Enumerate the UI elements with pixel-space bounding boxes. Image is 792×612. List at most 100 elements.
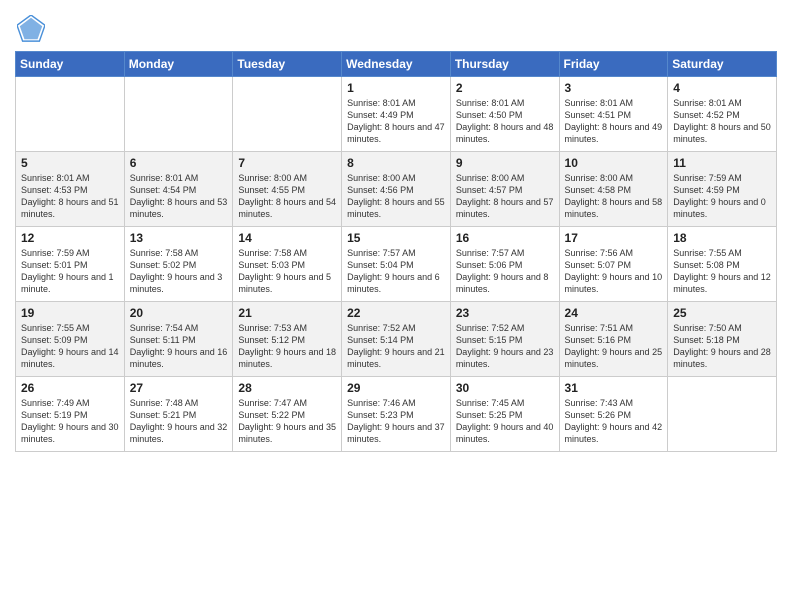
- day-info: Sunrise: 8:01 AM Sunset: 4:52 PM Dayligh…: [673, 97, 771, 146]
- calendar-cell: [16, 77, 125, 152]
- day-info: Sunrise: 7:51 AM Sunset: 5:16 PM Dayligh…: [565, 322, 663, 371]
- day-info: Sunrise: 7:45 AM Sunset: 5:25 PM Dayligh…: [456, 397, 554, 446]
- day-info: Sunrise: 7:55 AM Sunset: 5:08 PM Dayligh…: [673, 247, 771, 296]
- day-number: 23: [456, 306, 554, 320]
- week-row-3: 12 Sunrise: 7:59 AM Sunset: 5:01 PM Dayli…: [16, 227, 777, 302]
- calendar-cell: 26 Sunrise: 7:49 AM Sunset: 5:19 PM Dayli…: [16, 377, 125, 452]
- calendar-cell: 30 Sunrise: 7:45 AM Sunset: 5:25 PM Dayli…: [450, 377, 559, 452]
- calendar-cell: 11 Sunrise: 7:59 AM Sunset: 4:59 PM Dayli…: [668, 152, 777, 227]
- day-number: 1: [347, 81, 445, 95]
- day-info: Sunrise: 7:52 AM Sunset: 5:14 PM Dayligh…: [347, 322, 445, 371]
- day-number: 17: [565, 231, 663, 245]
- weekday-thursday: Thursday: [450, 52, 559, 77]
- day-number: 14: [238, 231, 336, 245]
- day-number: 9: [456, 156, 554, 170]
- calendar-cell: 13 Sunrise: 7:58 AM Sunset: 5:02 PM Dayli…: [124, 227, 233, 302]
- page-container: SundayMondayTuesdayWednesdayThursdayFrid…: [0, 0, 792, 457]
- day-info: Sunrise: 7:54 AM Sunset: 5:11 PM Dayligh…: [130, 322, 228, 371]
- day-number: 26: [21, 381, 119, 395]
- calendar-cell: 19 Sunrise: 7:55 AM Sunset: 5:09 PM Dayli…: [16, 302, 125, 377]
- day-number: 10: [565, 156, 663, 170]
- calendar-cell: 7 Sunrise: 8:00 AM Sunset: 4:55 PM Daylig…: [233, 152, 342, 227]
- day-info: Sunrise: 7:57 AM Sunset: 5:06 PM Dayligh…: [456, 247, 554, 296]
- calendar-cell: 31 Sunrise: 7:43 AM Sunset: 5:26 PM Dayli…: [559, 377, 668, 452]
- calendar-cell: 10 Sunrise: 8:00 AM Sunset: 4:58 PM Dayli…: [559, 152, 668, 227]
- calendar-cell: 16 Sunrise: 7:57 AM Sunset: 5:06 PM Dayli…: [450, 227, 559, 302]
- calendar-cell: [233, 77, 342, 152]
- day-number: 16: [456, 231, 554, 245]
- calendar-cell: 20 Sunrise: 7:54 AM Sunset: 5:11 PM Dayli…: [124, 302, 233, 377]
- day-info: Sunrise: 7:58 AM Sunset: 5:03 PM Dayligh…: [238, 247, 336, 296]
- day-number: 3: [565, 81, 663, 95]
- day-number: 19: [21, 306, 119, 320]
- day-info: Sunrise: 7:53 AM Sunset: 5:12 PM Dayligh…: [238, 322, 336, 371]
- day-number: 21: [238, 306, 336, 320]
- day-info: Sunrise: 7:58 AM Sunset: 5:02 PM Dayligh…: [130, 247, 228, 296]
- calendar-cell: 17 Sunrise: 7:56 AM Sunset: 5:07 PM Dayli…: [559, 227, 668, 302]
- day-number: 25: [673, 306, 771, 320]
- day-number: 12: [21, 231, 119, 245]
- calendar-cell: 1Sunrise: 8:01 AM Sunset: 4:49 PM Daylig…: [342, 77, 451, 152]
- day-info: Sunrise: 8:01 AM Sunset: 4:53 PM Dayligh…: [21, 172, 119, 221]
- day-info: Sunrise: 7:48 AM Sunset: 5:21 PM Dayligh…: [130, 397, 228, 446]
- day-number: 22: [347, 306, 445, 320]
- day-info: Sunrise: 7:49 AM Sunset: 5:19 PM Dayligh…: [21, 397, 119, 446]
- day-info: Sunrise: 7:43 AM Sunset: 5:26 PM Dayligh…: [565, 397, 663, 446]
- calendar-cell: 2 Sunrise: 8:01 AM Sunset: 4:50 PM Daylig…: [450, 77, 559, 152]
- weekday-saturday: Saturday: [668, 52, 777, 77]
- day-number: 27: [130, 381, 228, 395]
- calendar-cell: 9 Sunrise: 8:00 AM Sunset: 4:57 PM Daylig…: [450, 152, 559, 227]
- calendar-cell: 3Sunrise: 8:01 AM Sunset: 4:51 PM Daylig…: [559, 77, 668, 152]
- weekday-tuesday: Tuesday: [233, 52, 342, 77]
- day-info: Sunrise: 7:57 AM Sunset: 5:04 PM Dayligh…: [347, 247, 445, 296]
- calendar-cell: 8 Sunrise: 8:00 AM Sunset: 4:56 PM Daylig…: [342, 152, 451, 227]
- day-info: Sunrise: 8:01 AM Sunset: 4:50 PM Dayligh…: [456, 97, 554, 146]
- day-number: 6: [130, 156, 228, 170]
- day-info: Sunrise: 7:59 AM Sunset: 4:59 PM Dayligh…: [673, 172, 771, 221]
- day-number: 24: [565, 306, 663, 320]
- calendar-cell: 25 Sunrise: 7:50 AM Sunset: 5:18 PM Dayli…: [668, 302, 777, 377]
- day-info: Sunrise: 7:56 AM Sunset: 5:07 PM Dayligh…: [565, 247, 663, 296]
- week-row-1: 1Sunrise: 8:01 AM Sunset: 4:49 PM Daylig…: [16, 77, 777, 152]
- day-info: Sunrise: 7:55 AM Sunset: 5:09 PM Dayligh…: [21, 322, 119, 371]
- day-info: Sunrise: 7:47 AM Sunset: 5:22 PM Dayligh…: [238, 397, 336, 446]
- day-info: Sunrise: 8:00 AM Sunset: 4:55 PM Dayligh…: [238, 172, 336, 221]
- calendar-cell: 21 Sunrise: 7:53 AM Sunset: 5:12 PM Dayli…: [233, 302, 342, 377]
- day-number: 5: [21, 156, 119, 170]
- weekday-wednesday: Wednesday: [342, 52, 451, 77]
- day-number: 2: [456, 81, 554, 95]
- day-number: 11: [673, 156, 771, 170]
- calendar-cell: 27 Sunrise: 7:48 AM Sunset: 5:21 PM Dayli…: [124, 377, 233, 452]
- calendar-cell: 15 Sunrise: 7:57 AM Sunset: 5:04 PM Dayli…: [342, 227, 451, 302]
- day-number: 20: [130, 306, 228, 320]
- day-number: 13: [130, 231, 228, 245]
- day-number: 8: [347, 156, 445, 170]
- week-row-4: 19 Sunrise: 7:55 AM Sunset: 5:09 PM Dayli…: [16, 302, 777, 377]
- day-info: Sunrise: 8:01 AM Sunset: 4:54 PM Dayligh…: [130, 172, 228, 221]
- calendar-header: SundayMondayTuesdayWednesdayThursdayFrid…: [16, 52, 777, 77]
- day-info: Sunrise: 7:50 AM Sunset: 5:18 PM Dayligh…: [673, 322, 771, 371]
- calendar-cell: 23 Sunrise: 7:52 AM Sunset: 5:15 PM Dayli…: [450, 302, 559, 377]
- day-number: 29: [347, 381, 445, 395]
- logo-icon: [17, 15, 45, 43]
- day-number: 4: [673, 81, 771, 95]
- calendar-cell: 4 Sunrise: 8:01 AM Sunset: 4:52 PM Daylig…: [668, 77, 777, 152]
- calendar-body: 1Sunrise: 8:01 AM Sunset: 4:49 PM Daylig…: [16, 77, 777, 452]
- day-number: 30: [456, 381, 554, 395]
- day-info: Sunrise: 8:00 AM Sunset: 4:57 PM Dayligh…: [456, 172, 554, 221]
- day-info: Sunrise: 8:00 AM Sunset: 4:58 PM Dayligh…: [565, 172, 663, 221]
- day-info: Sunrise: 7:59 AM Sunset: 5:01 PM Dayligh…: [21, 247, 119, 296]
- day-number: 31: [565, 381, 663, 395]
- day-number: 28: [238, 381, 336, 395]
- day-info: Sunrise: 8:00 AM Sunset: 4:56 PM Dayligh…: [347, 172, 445, 221]
- day-number: 7: [238, 156, 336, 170]
- day-number: 15: [347, 231, 445, 245]
- calendar-cell: 22 Sunrise: 7:52 AM Sunset: 5:14 PM Dayli…: [342, 302, 451, 377]
- day-number: 18: [673, 231, 771, 245]
- calendar-cell: 29Sunrise: 7:46 AM Sunset: 5:23 PM Dayli…: [342, 377, 451, 452]
- logo: [15, 15, 45, 43]
- calendar-table: SundayMondayTuesdayWednesdayThursdayFrid…: [15, 51, 777, 452]
- day-info: Sunrise: 7:52 AM Sunset: 5:15 PM Dayligh…: [456, 322, 554, 371]
- weekday-friday: Friday: [559, 52, 668, 77]
- calendar-cell: 24 Sunrise: 7:51 AM Sunset: 5:16 PM Dayli…: [559, 302, 668, 377]
